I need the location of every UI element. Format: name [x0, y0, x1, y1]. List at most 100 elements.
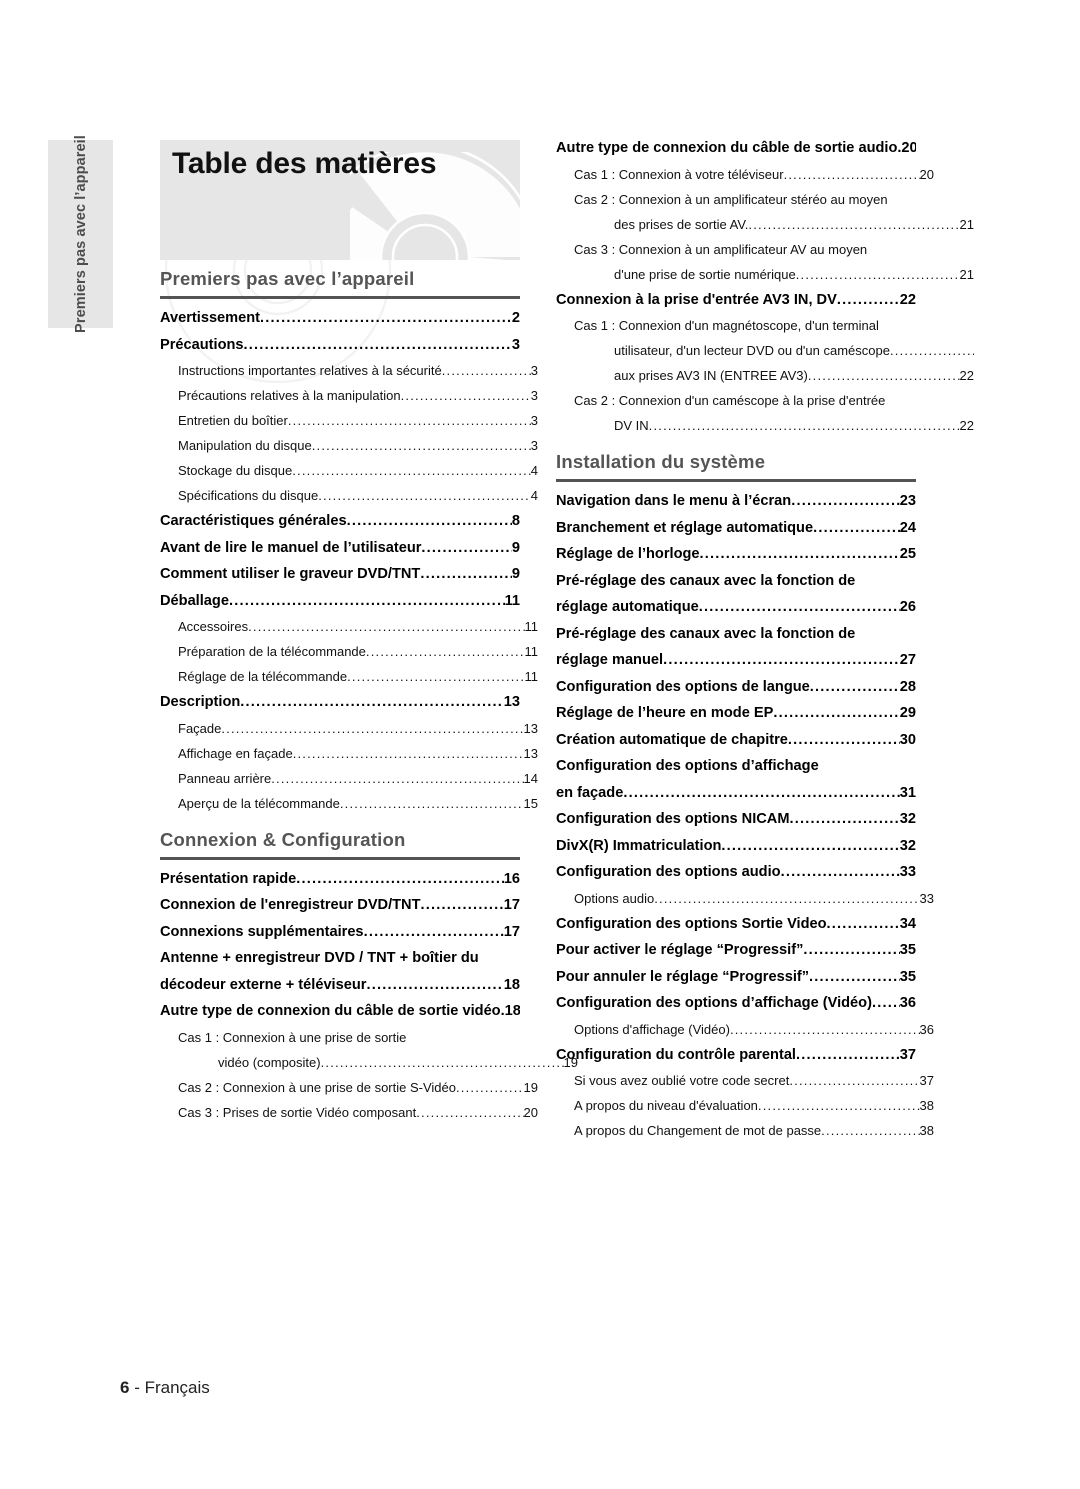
toc-entry[interactable]: A propos du Changement de mot de passe..… [556, 1123, 934, 1138]
toc-entry[interactable]: DivX(R) Immatriculation.................… [556, 838, 916, 854]
toc-entry[interactable]: Affichage en façade.....................… [160, 746, 538, 761]
toc-entry[interactable]: en façade...............................… [556, 785, 916, 801]
toc-entry[interactable]: Panneau arrière.........................… [160, 771, 538, 786]
toc-entry[interactable]: Cas 2 : Connexion d'un caméscope à la pr… [556, 393, 934, 408]
toc-entry-page-number: 19 [523, 1079, 538, 1095]
toc-entry-label: Options d'affichage (Vidéo) [574, 1021, 730, 1037]
toc-entry[interactable]: Spécifications du disque................… [160, 488, 538, 503]
toc-entry[interactable]: Navigation dans le menu à l’écran.......… [556, 493, 916, 509]
toc-entry[interactable]: d'une prise de sortie numérique.........… [556, 267, 974, 282]
toc-entry[interactable]: Pour activer le réglage “Progressif”....… [556, 942, 916, 958]
toc-entry[interactable]: vidéo (composite).......................… [160, 1055, 578, 1070]
toc-entry[interactable]: Avertissement...........................… [160, 310, 520, 326]
toc-entry-page-number: 27 [899, 652, 916, 668]
toc-entry[interactable]: Pour annuler le réglage “Progressif”....… [556, 969, 916, 985]
toc-entry[interactable]: Aperçu de la télécommande...............… [160, 796, 538, 811]
toc-entry[interactable]: Cas 2 : Connexion à une prise de sortie … [160, 1080, 538, 1095]
toc-entry[interactable]: Connexion à la prise d'entrée AV3 IN, DV… [556, 292, 916, 308]
toc-leader-dots: ........................................… [292, 463, 531, 478]
toc-entry-page-number: 3 [530, 438, 538, 453]
toc-entry[interactable]: Options audio...........................… [556, 891, 934, 906]
toc-entry[interactable]: Stockage du disque......................… [160, 463, 538, 478]
toc-entry[interactable]: Si vous avez oublié votre code secret...… [556, 1073, 934, 1088]
toc-entry[interactable]: Configuration du contrôle parental......… [556, 1047, 916, 1063]
toc-entry[interactable]: Configuration des options NICAM.........… [556, 811, 916, 827]
toc-entry[interactable]: Cas 1 : Connexion à une prise de sortie.… [160, 1030, 538, 1045]
toc-entry[interactable]: Configuration des options d’affichage...… [556, 758, 916, 774]
toc-entry[interactable]: Autre type de connexion du câble de sort… [160, 1003, 520, 1019]
toc-entry[interactable]: Branchement et réglage automatique......… [556, 520, 916, 536]
toc-entry[interactable]: Connexion de l'enregistreur DVD/TNT.....… [160, 897, 520, 913]
toc-section: Connexion & Configuration Présentation ra… [160, 829, 578, 1120]
toc-entry[interactable]: Réglage de l’horloge....................… [556, 546, 916, 562]
toc-entry[interactable]: Cas 2 : Connexion à un amplificateur sté… [556, 192, 934, 207]
toc-entry[interactable]: Connexions supplémentaires..............… [160, 924, 520, 940]
toc-entry-label: réglage manuel [556, 652, 664, 668]
toc-entry[interactable]: Présentation rapide.....................… [160, 871, 520, 887]
toc-leader-dots: ........................................… [654, 890, 920, 906]
toc-entry[interactable]: Précautions relatives à la manipulation.… [160, 388, 538, 403]
toc-entry-page-number: 11 [524, 669, 539, 684]
toc-entry[interactable]: Avant de lire le manuel de l’utilisateur… [160, 540, 520, 556]
toc-entry[interactable]: Cas 3 : Prises de sortie Vidéo composant… [160, 1105, 538, 1120]
toc-entry-label: Antenne + enregistreur DVD / TNT + boîti… [160, 950, 479, 966]
toc-entry[interactable]: Cas 1 : Connexion à votre téléviseur....… [556, 167, 934, 182]
toc-entry-label: Connexion à la prise d'entrée AV3 IN, DV [556, 291, 837, 308]
toc-entry-label: Configuration du contrôle parental [556, 1046, 796, 1063]
toc-entry[interactable]: Entretien du boîtier....................… [160, 413, 538, 428]
toc-section-rule [556, 479, 916, 482]
toc-entry[interactable]: Antenne + enregistreur DVD / TNT + boîti… [160, 950, 520, 966]
toc-entry-page-number: 3 [530, 363, 538, 378]
toc-entry-page-number: 35 [899, 942, 916, 958]
toc-entry-page-number: 15 [523, 795, 538, 811]
toc-entry[interactable]: Pré-réglage des canaux avec la fonction … [556, 626, 916, 642]
toc-entry[interactable]: Comment utiliser le graveur DVD/TNT.....… [160, 566, 520, 582]
toc-entry[interactable]: Autre type de connexion du câble de sort… [556, 140, 916, 156]
toc-entry[interactable]: Accessoires.............................… [160, 619, 538, 634]
toc-section: Autre type de connexion du câble de sort… [556, 140, 974, 433]
toc-entry-label: Si vous avez oublié votre code secret [574, 1073, 790, 1088]
toc-entry[interactable]: utilisateur, d'un lecteur DVD ou d'un ca… [556, 343, 974, 358]
toc-entry-page-number: 26 [899, 599, 916, 615]
toc-entry[interactable]: réglage manuel..........................… [556, 652, 916, 668]
toc-entry[interactable]: DV IN...................................… [556, 418, 974, 433]
toc-entry[interactable]: A propos du niveau d'évaluation.........… [556, 1098, 934, 1113]
toc-entry[interactable]: Configuration des options d’affichage (V… [556, 995, 916, 1011]
toc-entry-label: Précautions relatives à la manipulation [178, 388, 401, 403]
toc-entry[interactable]: aux prises AV3 IN (ENTREE AV3)..........… [556, 368, 974, 383]
toc-entry-page-number: 24 [899, 519, 916, 536]
toc-leader-dots: ........................................… [699, 546, 900, 562]
toc-entry[interactable]: Cas 3 : Connexion à un amplificateur AV … [556, 242, 934, 257]
chapter-side-tab-label: Premiers pas avec l’appareil [72, 135, 89, 333]
toc-entry[interactable]: Configuration des options de langue.....… [556, 679, 916, 695]
toc-entry[interactable]: décodeur externe + téléviseur...........… [160, 977, 520, 993]
toc-entry[interactable]: Façade..................................… [160, 721, 538, 736]
toc-entry[interactable]: Configuration des options Sortie Video..… [556, 916, 916, 932]
toc-entry-page-number: 13 [523, 745, 538, 761]
toc-leader-dots: ........................................… [698, 599, 900, 615]
toc-entry-page-number: 8 [511, 513, 520, 529]
toc-entry-label: Pré-réglage des canaux avec la fonction … [556, 625, 856, 642]
toc-leader-dots: ........................................… [260, 310, 512, 326]
toc-entry[interactable]: Description.............................… [160, 694, 520, 710]
toc-entry[interactable]: des prises de sortie AV.................… [556, 217, 974, 232]
toc-entry-page-number: 23 [899, 493, 916, 509]
toc-entry[interactable]: Configuration des options audio.........… [556, 864, 916, 880]
toc-entry[interactable]: Options d'affichage (Vidéo).............… [556, 1022, 934, 1037]
toc-entry[interactable]: Précautions.............................… [160, 337, 520, 353]
toc-entry-label: Stockage du disque [178, 463, 293, 478]
toc-entry[interactable]: Manipulation du disque..................… [160, 438, 538, 453]
toc-entry[interactable]: Réglage de la télécommande..............… [160, 669, 538, 684]
toc-entry[interactable]: réglage automatique.....................… [556, 599, 916, 615]
toc-entry-page-number: 32 [899, 837, 916, 854]
toc-entry-label: Options audio [574, 890, 655, 906]
toc-entry[interactable]: Instructions importantes relatives à la … [160, 363, 538, 378]
toc-entry[interactable]: Préparation de la télécommande..........… [160, 644, 538, 659]
toc-entry-label: Création automatique de chapitre [556, 731, 788, 748]
toc-entry[interactable]: Cas 1 : Connexion d'un magnétoscope, d'u… [556, 318, 934, 333]
toc-entry[interactable]: Pré-réglage des canaux avec la fonction … [556, 573, 916, 589]
toc-entry[interactable]: Création automatique de chapitre........… [556, 732, 916, 748]
toc-entry[interactable]: Déballage...............................… [160, 593, 520, 609]
toc-entry[interactable]: Caractéristiques générales..............… [160, 513, 520, 529]
toc-entry[interactable]: Réglage de l’heure en mode EP...........… [556, 705, 916, 721]
